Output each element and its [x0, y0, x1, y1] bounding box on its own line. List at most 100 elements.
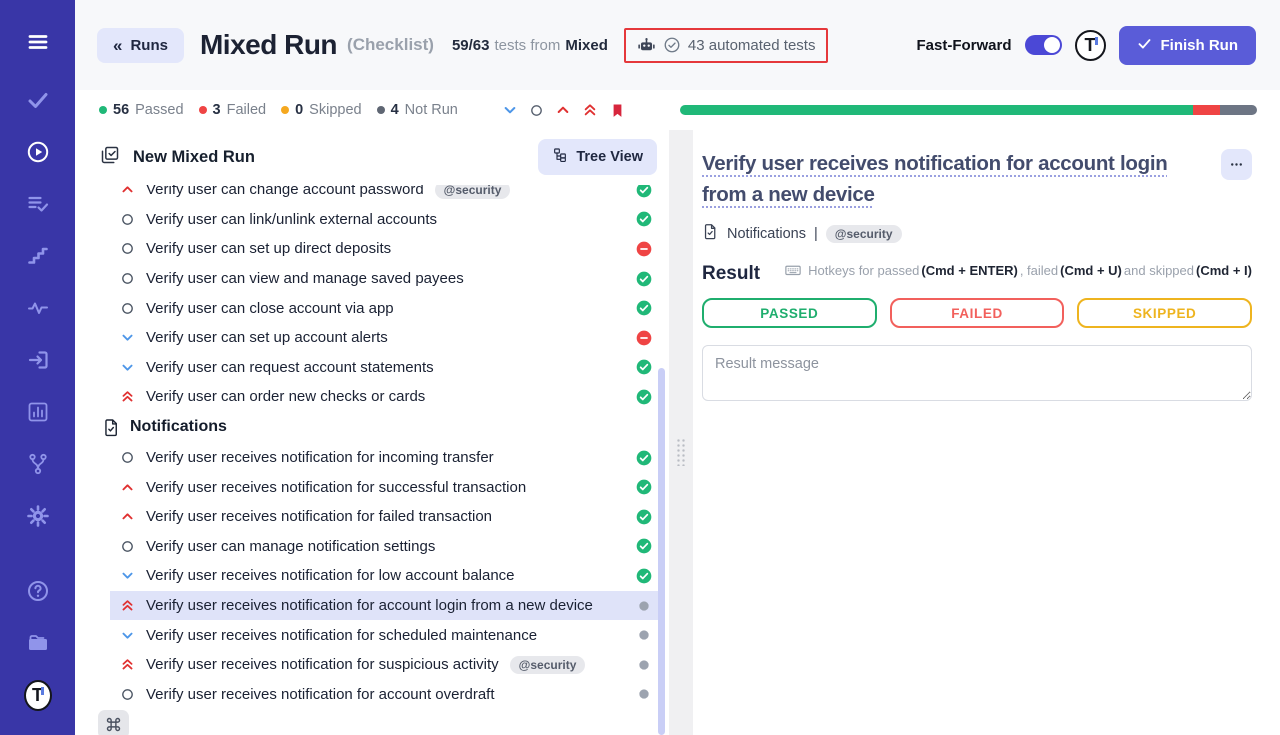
test-row[interactable]: Verify user can change account password@…: [110, 185, 658, 205]
test-row[interactable]: Verify user can order new checks or card…: [110, 382, 658, 412]
test-row[interactable]: Verify user can link/unlink external acc…: [110, 205, 658, 235]
chevrons-up-icon: [120, 598, 135, 613]
toggle-knob: [1044, 37, 1060, 53]
status-dot-icon: [281, 106, 289, 114]
test-row[interactable]: Verify user receives notification for ac…: [110, 591, 658, 621]
status-passed-icon: [636, 185, 652, 198]
sidebar-item-pulse[interactable]: [24, 294, 52, 322]
top-right-controls: Fast-Forward T Finish Run: [916, 26, 1256, 65]
finish-run-button[interactable]: Finish Run: [1119, 26, 1257, 65]
test-row[interactable]: Verify user receives notification for sc…: [110, 620, 658, 650]
sidebar-item-list-check[interactable]: [24, 190, 52, 218]
test-detail-title[interactable]: Verify user receives notification for ac…: [702, 148, 1252, 210]
sidebar-item-folder[interactable]: [24, 629, 52, 657]
bookmark-icon[interactable]: [609, 102, 626, 119]
document-icon: [702, 223, 719, 244]
back-to-runs-button[interactable]: « Runs: [97, 28, 184, 63]
sidebar-item-menu[interactable]: [24, 28, 52, 56]
chevron-down-icon: [120, 628, 135, 643]
security-tag-badge[interactable]: @security: [826, 225, 902, 243]
command-hotkey-button[interactable]: [98, 710, 129, 735]
test-title: Verify user receives notification for in…: [146, 449, 494, 466]
test-row[interactable]: Verify user receives notification for in…: [110, 443, 658, 473]
result-message-input[interactable]: [702, 345, 1252, 401]
progress-segment-passed: [680, 105, 1193, 115]
tree-view-button[interactable]: Tree View: [538, 139, 657, 175]
circle-icon: [120, 241, 135, 256]
test-row[interactable]: Verify user can request account statemen…: [110, 353, 658, 383]
status-passed-icon: [636, 479, 652, 495]
result-passed-button[interactable]: PASSED: [702, 298, 877, 328]
breadcrumb-separator: |: [814, 226, 818, 242]
result-failed-button[interactable]: FAILED: [890, 298, 1065, 328]
sidebar-item-gear[interactable]: [24, 502, 52, 530]
chevron-down-icon[interactable]: [502, 102, 518, 118]
sidebar-item-check[interactable]: [24, 86, 52, 114]
status-not_run-icon: [636, 627, 652, 643]
status-failed-icon: [636, 241, 652, 257]
test-row[interactable]: Verify user can set up direct deposits: [110, 234, 658, 264]
sidebar-item-branch[interactable]: [24, 450, 52, 478]
chevron-up-icon: [120, 480, 135, 495]
sidebar-item-play-circle[interactable]: [24, 138, 52, 166]
test-row[interactable]: Verify user receives notification for ac…: [110, 680, 658, 710]
status-dot-icon: [199, 106, 207, 114]
stats-bar: 56Passed3Failed0Skipped4Not Run: [75, 90, 1280, 130]
page-title: Mixed Run: [200, 29, 337, 61]
status-not_run-icon: [636, 657, 652, 673]
branch-icon: [26, 452, 50, 476]
breadcrumb-label[interactable]: Notifications: [727, 226, 806, 242]
test-row[interactable]: Verify user receives notification for lo…: [110, 561, 658, 591]
status-passed-icon: [636, 359, 652, 375]
status-passed-icon: [636, 389, 652, 405]
user-avatar[interactable]: T: [1075, 30, 1106, 61]
counter-skipped: 0Skipped: [281, 102, 361, 118]
chevron-up-icon: [120, 509, 135, 524]
ellipsis-icon: [1228, 156, 1245, 173]
test-row[interactable]: Verify user receives notification for fa…: [110, 502, 658, 532]
sidebar-item-steps[interactable]: [24, 242, 52, 270]
test-row[interactable]: Verify user receives notification for su…: [110, 472, 658, 502]
sidebar-item-bar-chart[interactable]: [24, 398, 52, 426]
status-not_run-icon: [636, 627, 652, 643]
keyboard-icon: [784, 261, 802, 279]
test-row[interactable]: Verify user can view and manage saved pa…: [110, 264, 658, 294]
list-section-header[interactable]: Notifications: [102, 412, 658, 443]
avatar-mark: [1095, 37, 1098, 45]
test-row[interactable]: Verify user can manage notification sett…: [110, 532, 658, 562]
status-passed-icon: [636, 509, 652, 525]
chevron-down-icon: [120, 330, 135, 345]
app-logo-icon: T: [24, 680, 52, 711]
filter-icons: [502, 102, 626, 119]
content-split: New Mixed Run Tree View Verify user can …: [75, 130, 1280, 735]
counter-value: 4: [391, 102, 399, 118]
test-row[interactable]: Verify user can close account via app: [110, 293, 658, 323]
list-scrollbar[interactable]: [658, 368, 665, 735]
list-check-icon: [26, 192, 50, 216]
chevron-down-icon: [120, 568, 135, 583]
sidebar-item-sign-in[interactable]: [24, 346, 52, 374]
result-skipped-button[interactable]: SKIPPED: [1077, 298, 1252, 328]
chevrons-up-icon[interactable]: [582, 102, 598, 118]
back-button-label: Runs: [130, 37, 168, 54]
fast-forward-toggle[interactable]: [1025, 35, 1062, 55]
test-title: Verify user receives notification for ac…: [146, 686, 495, 703]
more-options-button[interactable]: [1221, 149, 1252, 180]
chevron-up-icon[interactable]: [555, 102, 571, 118]
bar-chart-icon: [26, 400, 50, 424]
test-row[interactable]: Verify user receives notification for su…: [110, 650, 658, 680]
counter-label: Skipped: [309, 102, 361, 118]
sidebar-item-help[interactable]: [24, 577, 52, 605]
scrollbar-lane: [658, 130, 669, 735]
panel-resize-divider[interactable]: [669, 130, 693, 735]
section-title: Notifications: [130, 418, 227, 436]
tree-icon: [552, 147, 568, 163]
sidebar-logo[interactable]: T: [24, 681, 52, 709]
status-passed-icon: [636, 568, 652, 584]
circle-icon[interactable]: [529, 103, 544, 118]
circle-icon: [120, 271, 135, 286]
hotkey-combo: (Cmd + I): [1196, 263, 1252, 278]
test-title: Verify user receives notification for su…: [146, 479, 526, 496]
test-row[interactable]: Verify user can set up account alerts: [110, 323, 658, 353]
status-passed-icon: [636, 450, 652, 466]
